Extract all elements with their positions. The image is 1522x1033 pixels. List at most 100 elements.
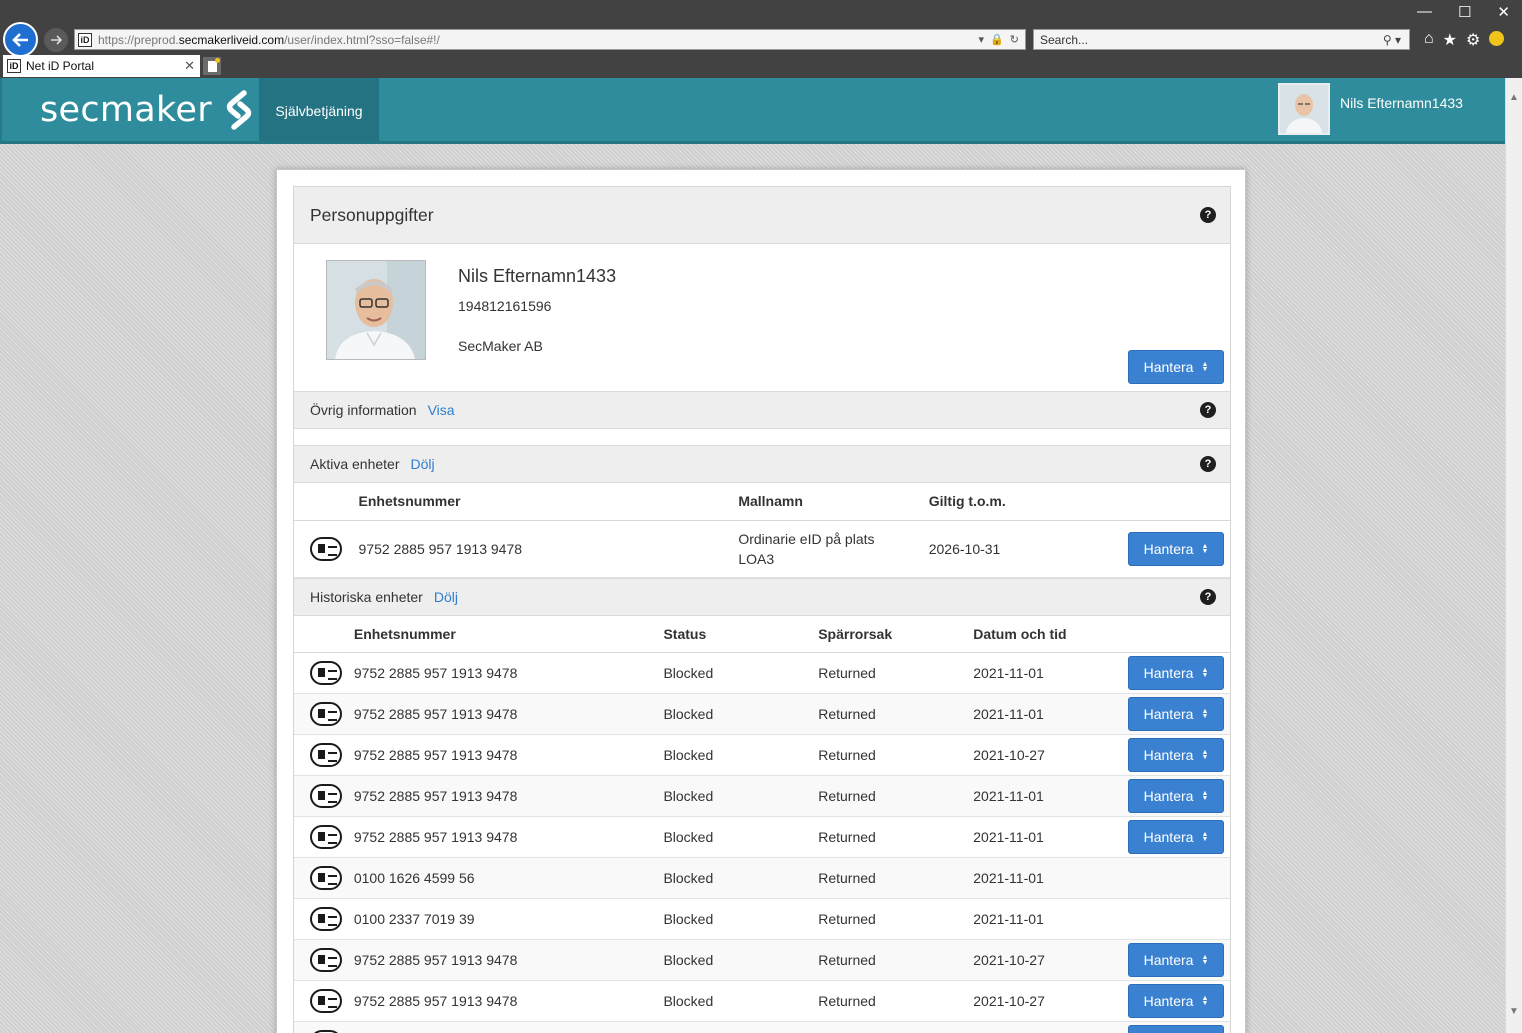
manage-unit-button[interactable]: Hantera▲▼ (1128, 984, 1224, 1018)
block-reason: Returned (818, 1021, 974, 1033)
unit-number: 9752 2885 957 1913 9478 (353, 734, 664, 776)
unit-number: 9752 2885 957 1913 9478 (353, 939, 664, 981)
smart-card-icon (310, 702, 342, 726)
address-bar[interactable]: iD https://preprod.secmakerliveid.com/us… (74, 29, 1026, 50)
column-header[interactable]: Status (663, 615, 819, 653)
column-header[interactable]: Enhetsnummer (358, 483, 739, 521)
column-header[interactable]: Enhetsnummer (353, 615, 664, 653)
help-icon[interactable]: ? (1200, 402, 1216, 418)
person-name: Nils Efternamn1433 (458, 266, 617, 286)
table-row: 9752 2885 957 1913 9478 Blocked Returned 20… (294, 939, 1230, 981)
action-cell: Hantera▲▼ (1120, 816, 1230, 858)
tab-close-icon[interactable]: ✕ (184, 58, 200, 74)
column-header[interactable]: Mallnamn (738, 483, 929, 521)
scroll-up-icon[interactable]: ▲ (1509, 92, 1519, 103)
profile-panel: Personuppgifter ? Nils Efternamn1433 194… (293, 186, 1231, 1033)
sort-caret-icon: ▲ ▼ (1201, 831, 1209, 843)
favorites-star-icon[interactable]: ★ (1443, 30, 1457, 50)
maximize-icon[interactable]: ☐ (1458, 3, 1471, 21)
unit-icon-cell (294, 775, 354, 817)
table-row: 0100 1626 4599 56 Blocked Returned 2021-11-… (294, 857, 1230, 899)
table-row: 9752 2885 957 1913 9478 Blocked Returned 20… (294, 980, 1230, 1022)
dropdown-icon[interactable]: ▾ (979, 33, 985, 46)
smart-card-icon (310, 989, 342, 1013)
unit-number: 9752 2885 957 1913 9478 (353, 693, 664, 735)
toolbar-icons: ⌂ ★ ⚙ (1424, 30, 1505, 50)
action-cell: Hantera▲▼ (1120, 652, 1230, 694)
secmaker-logo-mark-icon (226, 90, 252, 130)
unit-status: Blocked (663, 857, 819, 899)
block-reason: Returned (818, 652, 974, 694)
help-icon[interactable]: ? (1200, 456, 1216, 472)
url-text[interactable]: https://preprod.secmakerliveid.com/user/… (98, 33, 979, 47)
manage-button-label: Hantera (1143, 665, 1194, 681)
column-header[interactable]: Datum och tid (973, 615, 1121, 653)
vertical-scrollbar[interactable]: ▲ ▼ (1505, 78, 1522, 1033)
manage-unit-button[interactable]: Hantera▲▼ (1128, 738, 1224, 772)
search-box[interactable]: Search... ⚲ ▾ (1033, 29, 1410, 50)
active-units-table: Enhetsnummer Mallnamn Giltig t.o.m. 9752… (294, 483, 1230, 578)
block-reason: Returned (818, 816, 974, 858)
block-date: 2021-11-01 (973, 693, 1121, 735)
table-row: 9752 2885 957 1913 9478 Blocked Returned 20… (294, 816, 1230, 858)
browser-tab[interactable]: iD Net iD Portal ✕ (3, 55, 200, 77)
unit-status: Blocked (663, 693, 819, 735)
user-menu[interactable]: Nils Efternamn1433 (1278, 83, 1463, 135)
manage-unit-button[interactable]: Hantera▲▼ (1128, 779, 1224, 813)
help-icon[interactable]: ? (1200, 207, 1216, 223)
action-cell (1120, 857, 1230, 899)
manage-unit-button[interactable]: Hantera▲▼ (1128, 697, 1224, 731)
manage-button-label: Hantera (1143, 788, 1194, 804)
scroll-down-icon[interactable]: ▼ (1509, 1006, 1519, 1017)
unit-number: 9752 2885 957 1913 9478 (353, 775, 664, 817)
manage-unit-button[interactable]: Hantera▲▼ (1128, 531, 1224, 566)
lock-icon[interactable]: 🔒 (990, 33, 1004, 46)
back-button[interactable] (3, 22, 38, 57)
unit-number: 0100 1727 4424 88 (353, 1021, 664, 1033)
action-cell: Hantera▲▼ (1120, 1021, 1230, 1033)
block-date: 2021-11-01 (973, 1021, 1121, 1033)
block-reason: Returned (818, 775, 974, 817)
unit-icon-cell (294, 693, 354, 735)
personal-number: 194812161596 (458, 298, 552, 314)
history-units-table: Enhetsnummer Status Spärrorsak Datum och… (294, 615, 1230, 1033)
window-controls: — ☐ ✕ (1417, 3, 1510, 21)
manage-unit-button[interactable]: Hantera▲▼ (1128, 1025, 1224, 1033)
manage-unit-button[interactable]: Hantera▲▼ (1128, 820, 1224, 854)
table-row: 9752 2885 957 1913 9478 Blocked Returned 20… (294, 734, 1230, 776)
active-units-toggle-link[interactable]: Dölj (411, 456, 435, 472)
history-units-toggle-link[interactable]: Dölj (434, 589, 458, 605)
close-icon[interactable]: ✕ (1497, 3, 1510, 21)
settings-gear-icon[interactable]: ⚙ (1466, 30, 1480, 50)
forward-button[interactable] (44, 28, 68, 52)
other-info-toggle-link[interactable]: Visa (428, 402, 455, 418)
manage-unit-button[interactable]: Hantera▲▼ (1128, 656, 1224, 690)
table-row: 9752 2885 957 1913 9478 Blocked Returned 20… (294, 652, 1230, 694)
nav-self-service[interactable]: Självbetjäning (259, 78, 379, 144)
search-icon[interactable]: ⚲ ▾ (1383, 33, 1409, 47)
block-reason: Returned (818, 734, 974, 776)
minimize-icon[interactable]: — (1417, 3, 1432, 21)
history-units-header: Historiska enheter Dölj ? (294, 577, 1230, 616)
help-icon[interactable]: ? (1200, 588, 1216, 605)
unit-number: 9752 2885 957 1913 9478 (358, 520, 739, 578)
new-tab-button[interactable] (203, 57, 221, 75)
column-header[interactable]: Giltig t.o.m. (928, 483, 1112, 521)
feedback-smiley-icon[interactable] (1489, 31, 1505, 46)
smart-card-icon (310, 743, 342, 767)
sort-caret-icon: ▲ ▼ (1201, 708, 1209, 720)
unit-icon-cell (294, 939, 354, 981)
manage-person-button[interactable]: Hantera ▲ ▼ (1128, 350, 1224, 384)
table-row: 0100 2337 7019 39 Blocked Returned 2021-11-… (294, 898, 1230, 940)
manage-unit-button[interactable]: Hantera▲▼ (1128, 943, 1224, 977)
secmaker-logo[interactable]: secmaker (40, 89, 256, 131)
smart-card-icon (310, 536, 342, 561)
unit-icon-cell (294, 816, 354, 858)
home-icon[interactable]: ⌂ (1424, 30, 1434, 50)
url-path: /user/index.html?sso=false#!/ (284, 32, 440, 47)
refresh-icon[interactable]: ↻ (1010, 33, 1019, 46)
column-header[interactable]: Spärrorsak (818, 615, 974, 653)
manage-button-label: Hantera (1143, 952, 1194, 968)
unit-icon-cell (294, 857, 354, 899)
history-units-title: Historiska enheter (310, 588, 423, 605)
